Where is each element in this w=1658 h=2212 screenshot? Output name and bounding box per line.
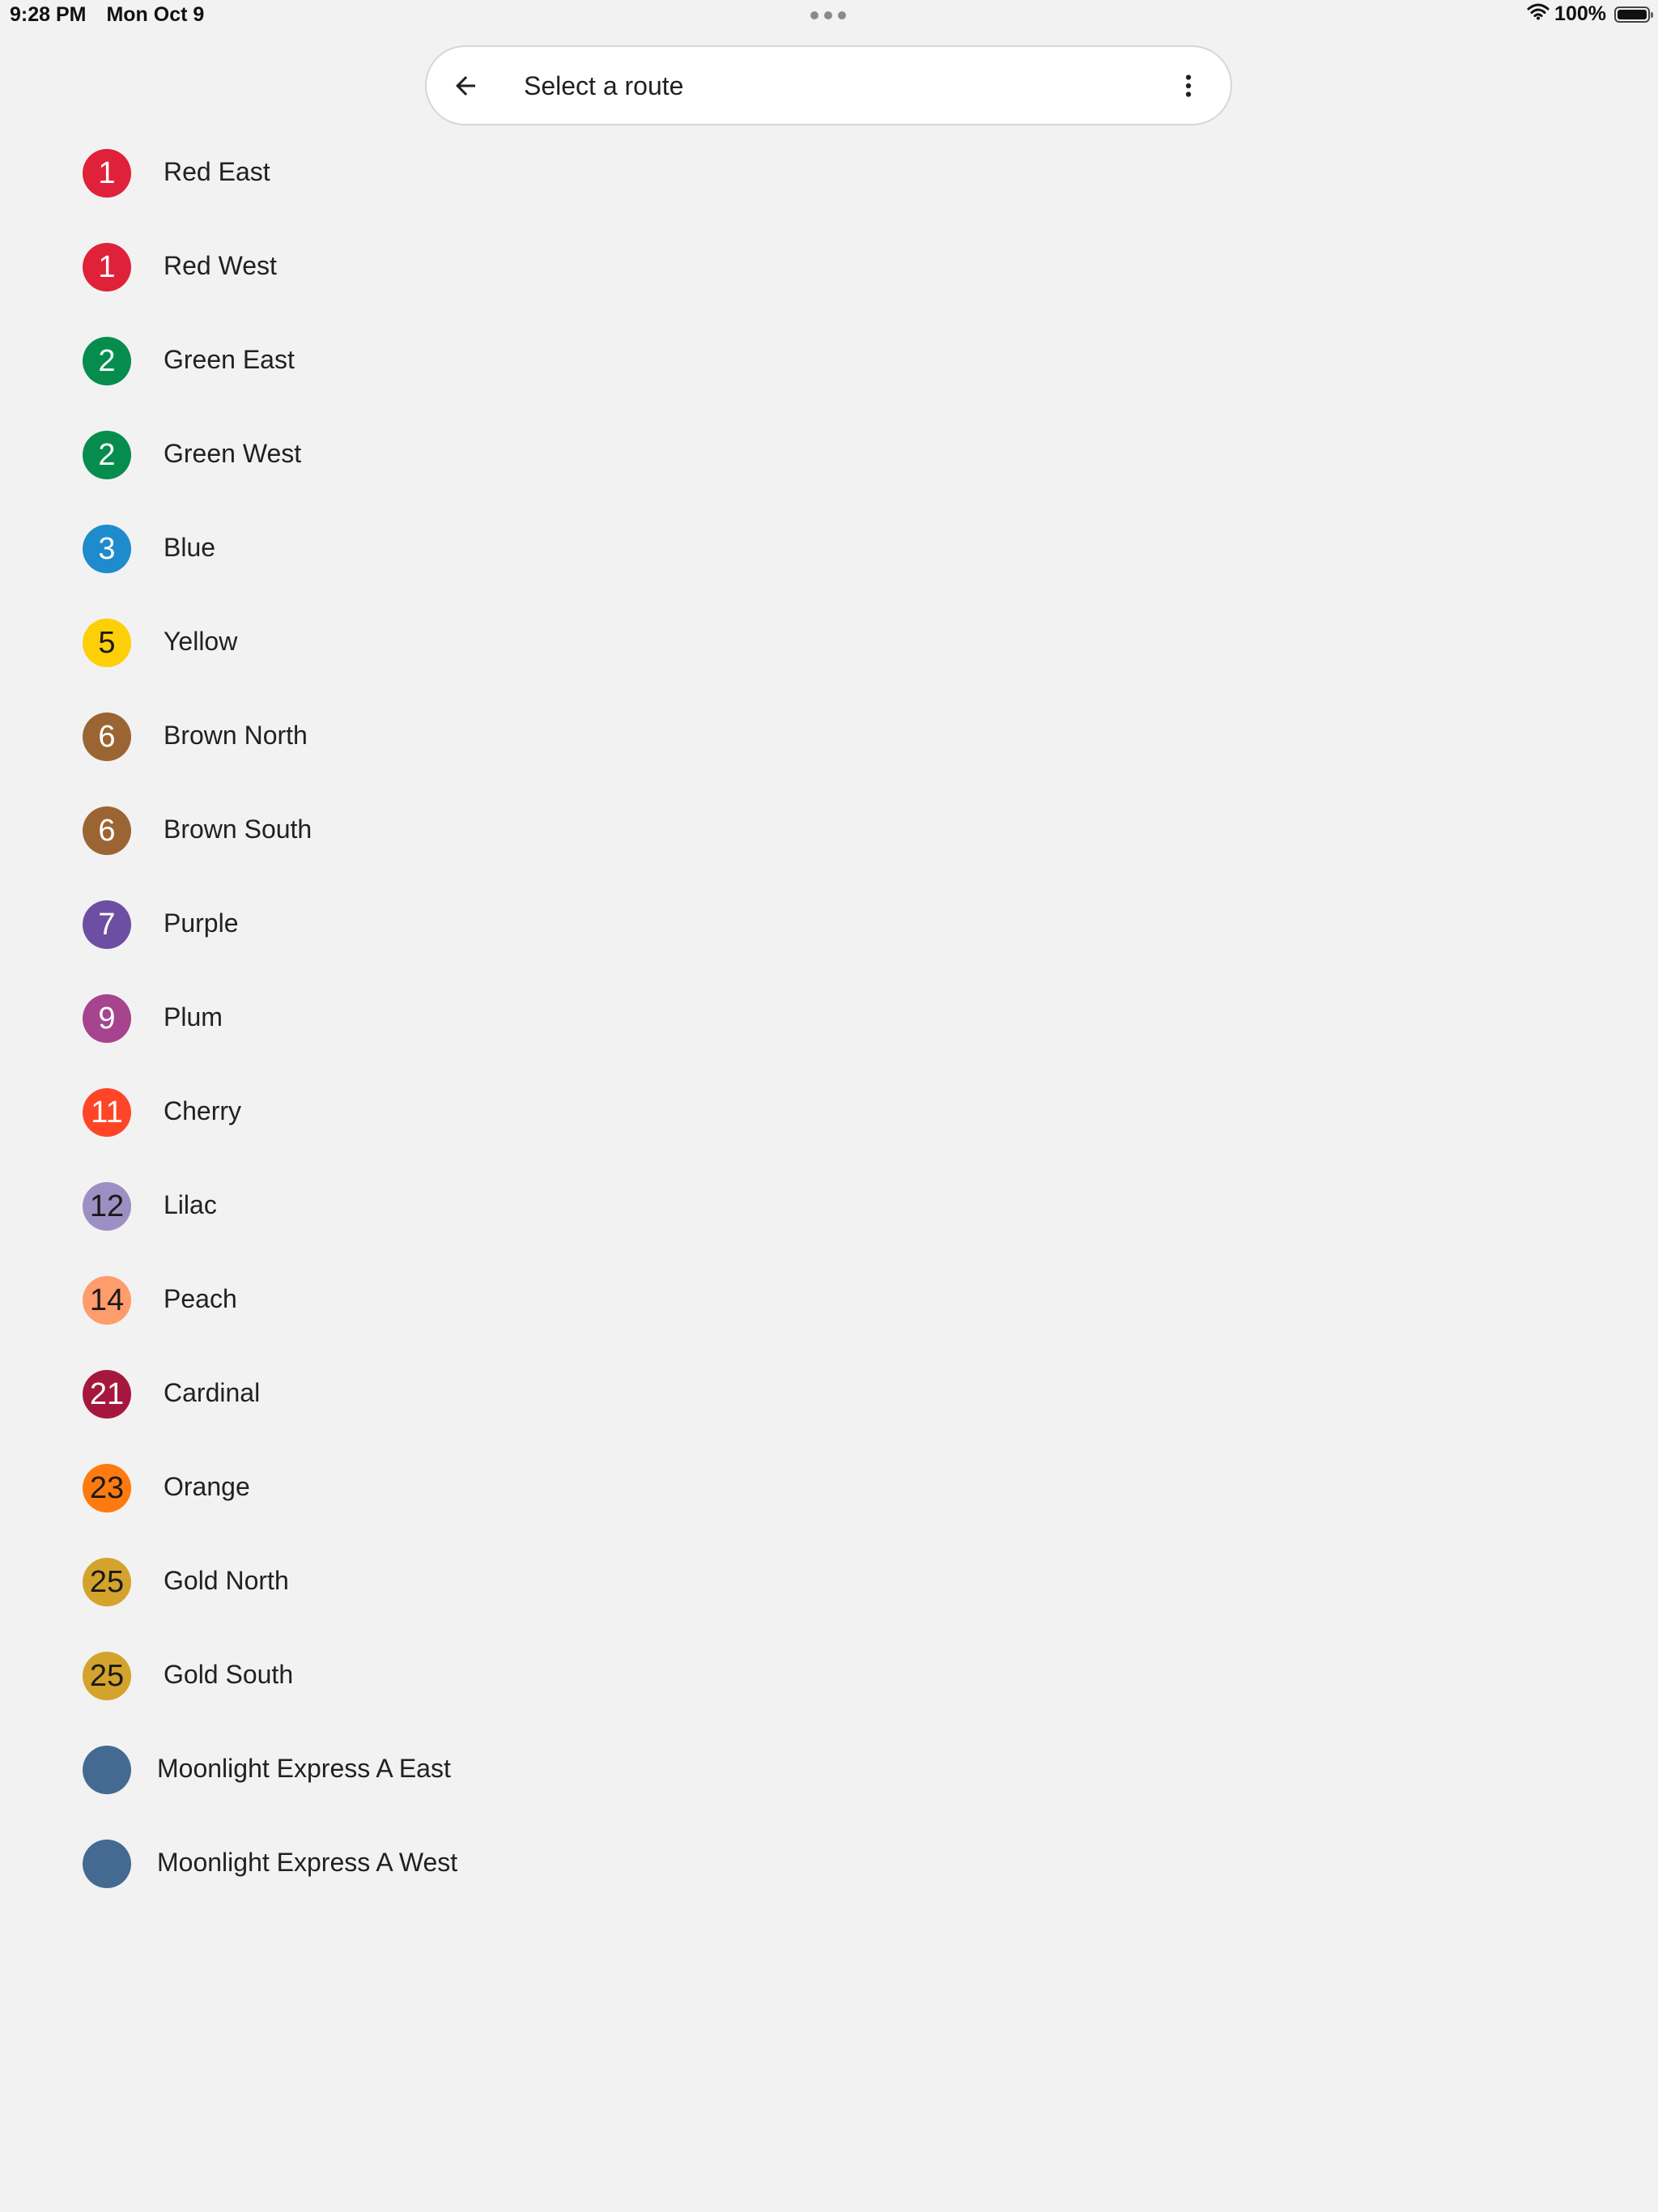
status-date: Mon Oct 9 xyxy=(106,3,205,26)
status-bar: 9:28 PM Mon Oct 9 100% xyxy=(0,0,1658,32)
route-name: Gold North xyxy=(164,1566,289,1595)
route-list-item[interactable]: 5 Yellow xyxy=(0,596,1658,690)
route-name: Red East xyxy=(164,157,270,186)
route-name: Lilac xyxy=(164,1190,217,1219)
route-list-item[interactable]: 6 Brown South xyxy=(0,784,1658,878)
route-list-item[interactable]: 2 Green East xyxy=(0,314,1658,408)
route-list: 1 Red East 1 Red West 2 Green East 2 Green West… xyxy=(0,126,1658,1911)
route-number-badge: 7 xyxy=(83,900,131,949)
route-number-badge: 5 xyxy=(83,619,131,667)
route-number-badge: 12 xyxy=(83,1182,131,1231)
route-number-badge: 25 xyxy=(83,1652,131,1700)
route-name: Moonlight Express A West xyxy=(157,1848,458,1877)
route-list-item[interactable]: 12 Lilac xyxy=(0,1159,1658,1253)
more-options-button[interactable] xyxy=(1166,63,1211,108)
route-name: Green East xyxy=(164,345,295,374)
route-list-item[interactable]: 1 Red West xyxy=(0,220,1658,314)
route-list-item[interactable]: 3 Blue xyxy=(0,502,1658,596)
status-time: 9:28 PM xyxy=(10,3,87,26)
route-number-badge xyxy=(83,1746,131,1794)
route-number-badge: 1 xyxy=(83,243,131,291)
route-number-badge: 21 xyxy=(83,1370,131,1419)
route-list-item[interactable]: 25 Gold South xyxy=(0,1629,1658,1723)
route-list-item[interactable]: 21 Cardinal xyxy=(0,1347,1658,1441)
route-name: Purple xyxy=(164,908,239,938)
route-name: Cherry xyxy=(164,1096,242,1125)
route-list-item[interactable]: 23 Orange xyxy=(0,1441,1658,1535)
route-search-bar[interactable]: Select a route xyxy=(425,45,1232,125)
route-number-badge: 1 xyxy=(83,149,131,198)
route-list-item[interactable]: 1 Red East xyxy=(0,126,1658,220)
route-name: Blue xyxy=(164,533,216,562)
route-list-item[interactable]: 2 Green West xyxy=(0,408,1658,502)
route-number-badge: 6 xyxy=(83,713,131,761)
route-name: Moonlight Express A East xyxy=(157,1754,451,1783)
route-number-badge: 9 xyxy=(83,994,131,1043)
back-button[interactable] xyxy=(443,63,488,108)
route-number-badge: 2 xyxy=(83,431,131,479)
route-number-badge: 11 xyxy=(83,1088,131,1137)
route-name: Plum xyxy=(164,1002,223,1032)
route-list-item[interactable]: 7 Purple xyxy=(0,878,1658,972)
route-name: Brown South xyxy=(164,815,312,844)
route-list-item[interactable]: 25 Gold North xyxy=(0,1535,1658,1629)
route-list-item[interactable]: 11 Cherry xyxy=(0,1066,1658,1159)
battery-icon xyxy=(1614,6,1653,23)
more-vert-icon xyxy=(1185,74,1192,97)
route-name: Peach xyxy=(164,1284,237,1313)
page-title: Select a route xyxy=(524,71,684,100)
route-list-item[interactable]: 6 Brown North xyxy=(0,690,1658,784)
route-name: Red West xyxy=(164,251,277,280)
route-list-item[interactable]: 14 Peach xyxy=(0,1253,1658,1347)
route-name: Orange xyxy=(164,1472,250,1501)
multitasking-dots-icon[interactable] xyxy=(810,11,846,19)
route-name: Cardinal xyxy=(164,1378,261,1407)
route-number-badge xyxy=(83,1840,131,1888)
route-name: Yellow xyxy=(164,627,238,656)
route-name: Gold South xyxy=(164,1660,294,1689)
route-list-item[interactable]: 9 Plum xyxy=(0,972,1658,1066)
route-name: Brown North xyxy=(164,721,308,750)
route-list-item[interactable]: Moonlight Express A West xyxy=(0,1817,1658,1911)
route-number-badge: 3 xyxy=(83,525,131,573)
route-number-badge: 2 xyxy=(83,337,131,385)
route-number-badge: 6 xyxy=(83,806,131,855)
route-list-item[interactable]: Moonlight Express A East xyxy=(0,1723,1658,1817)
battery-percentage: 100% xyxy=(1554,2,1606,25)
route-name: Green West xyxy=(164,439,302,468)
status-indicators: 100% xyxy=(1527,2,1653,26)
wifi-icon xyxy=(1527,2,1550,26)
route-number-badge: 25 xyxy=(83,1558,131,1606)
arrow-left-icon xyxy=(456,76,475,96)
route-number-badge: 23 xyxy=(83,1464,131,1512)
route-number-badge: 14 xyxy=(83,1276,131,1325)
status-time-date: 9:28 PM Mon Oct 9 xyxy=(10,3,219,27)
